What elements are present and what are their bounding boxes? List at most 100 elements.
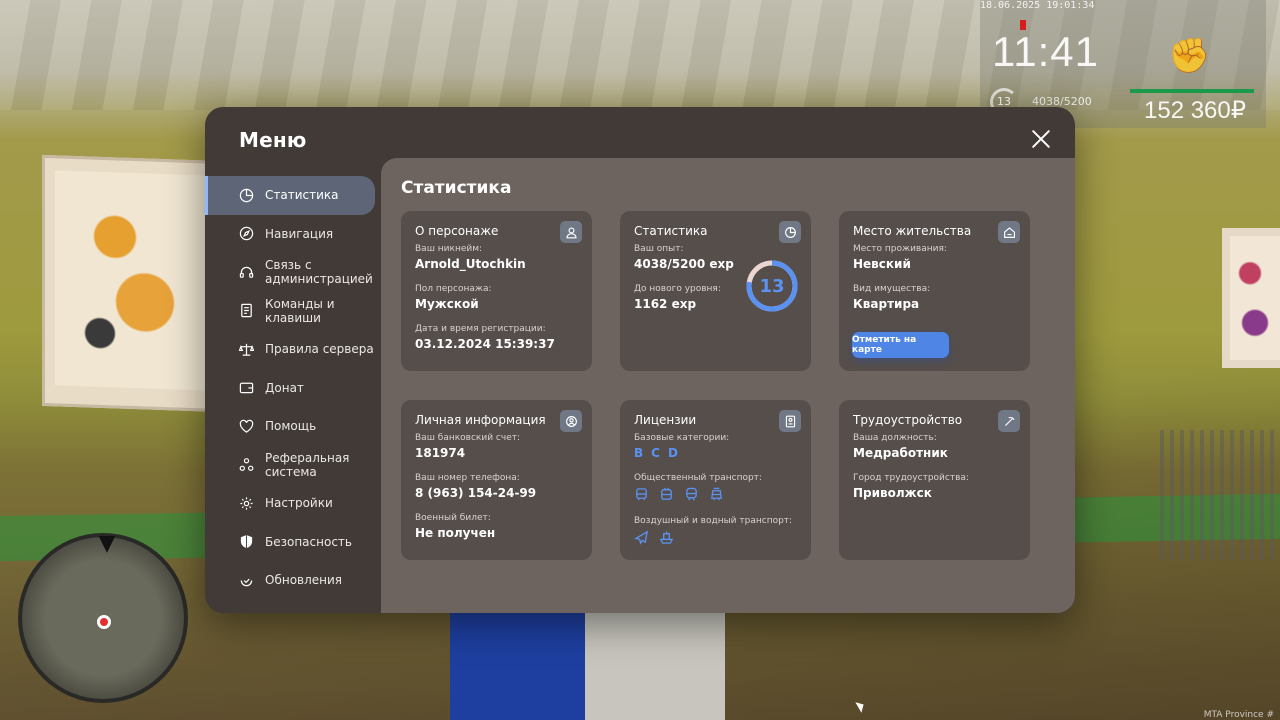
air-water-transport-icons (634, 530, 797, 549)
bus-icon (634, 487, 649, 506)
public-transport-icons (634, 487, 797, 506)
wall-poster (1222, 228, 1280, 368)
content-area: Статистика О персонаже Ваш никнейм: Arno… (381, 158, 1075, 613)
player-marker-icon (97, 615, 111, 629)
npc-character (585, 610, 725, 720)
train-icon (684, 487, 699, 506)
field-label: Дата и время регистрации: (415, 324, 546, 334)
field-label: Ваш никнейм: (415, 244, 483, 254)
nav-label: Правила сервера (265, 342, 374, 357)
nav-item-statistics[interactable]: Статистика (205, 176, 375, 215)
card-title: Статистика (634, 224, 708, 238)
health-bar (1130, 89, 1254, 93)
mouse-cursor-icon (855, 699, 867, 713)
nav-item-help[interactable]: Помощь (205, 407, 375, 446)
nav-label: Реферальная система (265, 450, 350, 479)
field-label: Общественный транспорт: (634, 473, 762, 483)
bench (1160, 430, 1280, 560)
field-label: Ваш опыт: (634, 244, 684, 254)
card-title: Трудоустройство (853, 413, 963, 427)
bank-account-value: 181974 (415, 446, 466, 460)
registration-value: 03.12.2024 15:39:37 (415, 337, 555, 351)
watermark: MTA Province # (1203, 710, 1274, 720)
licenses-card: Лицензии Базовые категории: B C D Общест… (620, 400, 811, 560)
shield-icon (239, 534, 254, 549)
nav-label: Команды и клавиши (265, 296, 335, 325)
nickname-value: Arnold_Utochkin (415, 257, 526, 271)
nav-item-commands[interactable]: Команды и клавиши (205, 292, 375, 331)
residence-value: Невский (853, 257, 911, 271)
nav-item-admin-contact[interactable]: Связь с администрацией (205, 253, 375, 292)
category-b: B (634, 446, 644, 460)
field-label: Место проживания: (853, 244, 947, 254)
nav-item-rules[interactable]: Правила сервера (205, 330, 375, 369)
hud-money: 152 360₽ (1144, 97, 1247, 124)
card-title: Лицензии (634, 413, 697, 427)
close-button[interactable] (1031, 129, 1051, 149)
pie-chart-icon (779, 221, 801, 243)
content-title: Статистика (401, 178, 512, 198)
nav-label: Безопасность (265, 534, 352, 549)
gear-icon (239, 496, 254, 511)
statistics-card: Статистика Ваш опыт: 4038/5200 exp До но… (620, 211, 811, 371)
id-card-icon (779, 410, 801, 432)
tram-icon (709, 487, 724, 506)
plane-icon (634, 530, 649, 549)
mark-on-map-button[interactable]: Отметить на карте (852, 332, 949, 358)
nav-label: Настройки (265, 496, 333, 511)
hud-datetime: 18.06.2025 19:01:34 (980, 0, 1095, 11)
heart-handshake-icon (239, 419, 254, 434)
scales-icon (239, 342, 254, 357)
character-card: О персонаже Ваш никнейм: Arnold_Utochkin… (401, 211, 592, 371)
card-title: Личная информация (415, 413, 546, 427)
fist-icon: ✊ (1168, 36, 1211, 76)
player-character (450, 600, 585, 720)
nav-item-updates[interactable]: Обновления (205, 561, 375, 600)
nav-item-donate[interactable]: Донат (205, 369, 375, 408)
headset-icon (239, 265, 254, 280)
nav-item-settings[interactable]: Настройки (205, 484, 375, 523)
refresh-check-icon (239, 573, 254, 588)
level-value: 13 (759, 275, 785, 297)
field-label: Воздушный и водный транспорт: (634, 516, 793, 526)
basic-categories: B C D (634, 446, 797, 460)
document-icon (239, 303, 254, 318)
nav-item-navigation[interactable]: Навигация (205, 215, 375, 254)
ship-icon (659, 530, 674, 549)
menu-title: Меню (239, 128, 307, 152)
gender-value: Мужской (415, 297, 479, 311)
military-id-value: Не получен (415, 526, 496, 540)
nav-item-referral[interactable]: Реферальная система (205, 446, 375, 485)
nav-label: Статистика (265, 188, 339, 203)
phone-value: 8 (963) 154-24-99 (415, 486, 537, 500)
field-label: Ваш номер телефона: (415, 473, 520, 483)
nav-label: Помощь (265, 419, 317, 434)
nav-label: Обновления (265, 573, 343, 588)
property-value: Квартира (853, 297, 920, 311)
field-label: Ваша должность: (853, 433, 937, 443)
field-label: Военный билет: (415, 513, 491, 523)
employment-card: Трудоустройство Ваша должность: Медработ… (839, 400, 1030, 560)
position-value: Медработник (853, 446, 948, 460)
field-label: Пол персонажа: (415, 284, 492, 294)
hud-clock: 11:41 (992, 28, 1099, 75)
user-circle-icon (560, 410, 582, 432)
compass-icon (239, 226, 254, 241)
category-d: D (667, 446, 678, 460)
nav-item-security[interactable]: Безопасность (205, 523, 375, 562)
residence-card: Место жительства Место проживания: Невск… (839, 211, 1030, 371)
category-c: C (651, 446, 660, 460)
referral-icon (239, 457, 254, 472)
user-icon (560, 221, 582, 243)
field-label: Базовые категории: (634, 433, 730, 443)
nav-label: Связь с администрацией (265, 258, 373, 287)
field-label: Ваш банковский счет: (415, 433, 521, 443)
field-label: Вид имущества: (853, 284, 931, 294)
sidebar: Статистика Навигация Связь с администрац… (205, 176, 381, 600)
field-label: Город трудоустройства: (853, 473, 969, 483)
pie-chart-icon (239, 188, 254, 203)
card-title: О персонаже (415, 224, 499, 238)
personal-info-card: Личная информация Ваш банковский счет: 1… (401, 400, 592, 560)
wallet-icon (239, 380, 254, 395)
home-icon (998, 221, 1020, 243)
